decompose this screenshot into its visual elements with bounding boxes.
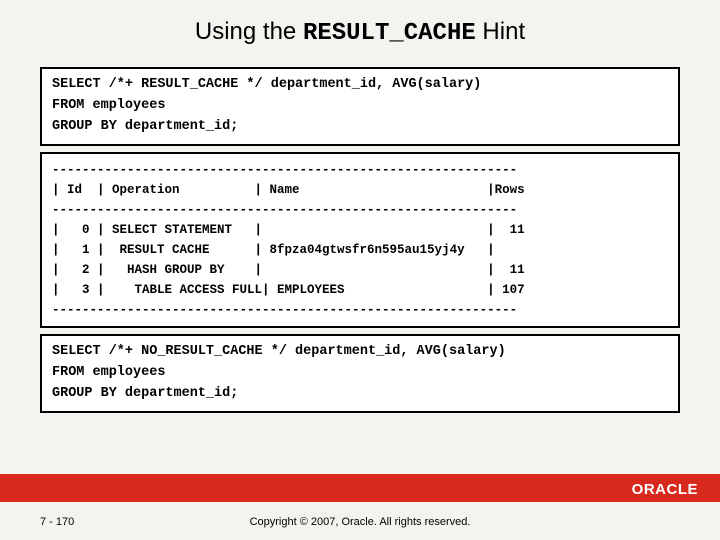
title-code: RESULT_CACHE: [303, 20, 476, 47]
sql-text-1: SELECT /*+ RESULT_CACHE */ department_id…: [52, 77, 481, 134]
copyright-text: Copyright © 2007, Oracle. All rights res…: [0, 516, 720, 528]
sql-box-1: SELECT /*+ RESULT_CACHE */ department_id…: [40, 67, 680, 146]
slide-title: Using the RESULT_CACHE Hint: [0, 0, 720, 61]
oracle-logo: ORACLE: [632, 481, 698, 498]
execution-plan-text: ----------------------------------------…: [52, 163, 525, 317]
sql-text-2: SELECT /*+ NO_RESULT_CACHE */ department…: [52, 344, 506, 401]
execution-plan-box: ----------------------------------------…: [40, 152, 680, 328]
title-post: Hint: [476, 18, 525, 45]
footer-bar: [0, 474, 720, 502]
title-pre: Using the: [195, 18, 303, 45]
sql-box-2: SELECT /*+ NO_RESULT_CACHE */ department…: [40, 334, 680, 413]
